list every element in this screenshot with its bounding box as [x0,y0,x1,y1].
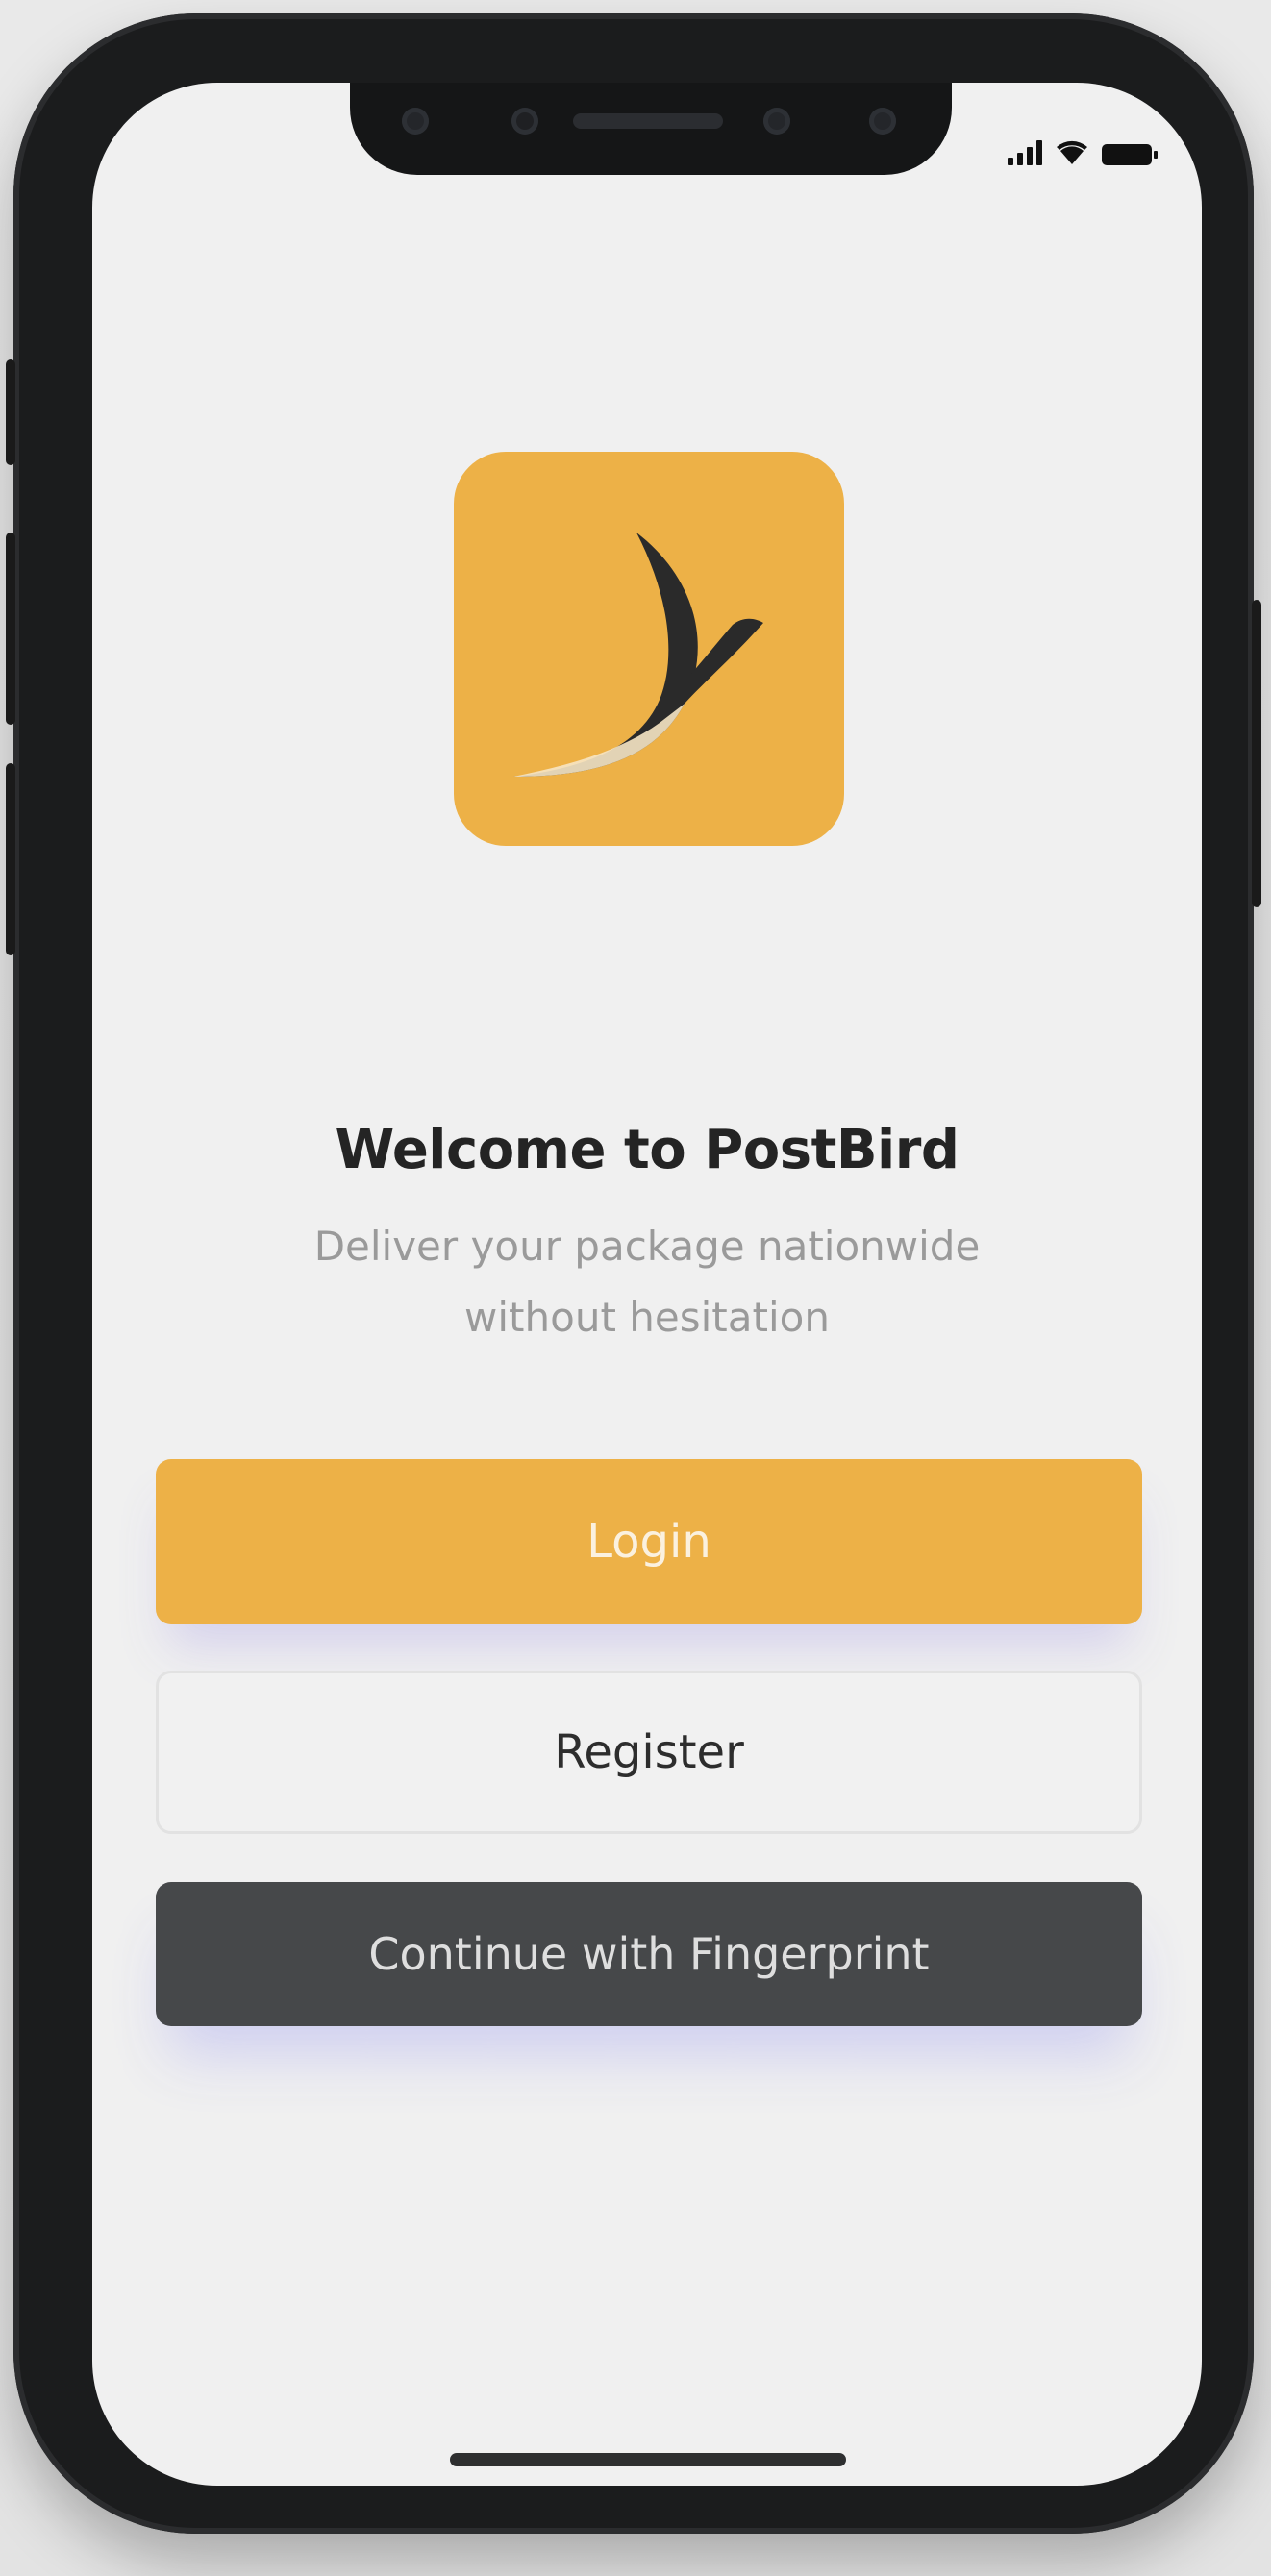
fingerprint-button-label: Continue with Fingerprint [368,1928,930,1980]
battery-icon [1102,144,1158,165]
power-button [1252,600,1261,907]
earpiece-speaker [573,113,723,129]
home-indicator[interactable] [450,2453,846,2466]
cellular-signal-icon [1008,140,1042,165]
welcome-subtitle: Deliver your package nationwide without … [285,1211,1009,1353]
subtitle-line: Deliver your package nationwide [313,1223,981,1270]
silent-switch [6,359,15,465]
sensor-dot [402,108,429,135]
sensor-dot [869,108,896,135]
wifi-icon [1057,140,1087,164]
front-camera [511,108,538,135]
app-screen: Welcome to PostBird Deliver your package… [92,83,1202,2486]
sensor-dot [763,108,790,135]
subtitle-line: without hesitation [464,1294,830,1341]
phone-frame: Welcome to PostBird Deliver your package… [6,13,1261,2534]
status-bar [1008,133,1158,165]
camera-notch [350,83,952,175]
app-logo [454,452,844,846]
volume-down-button [6,763,15,955]
register-button[interactable]: Register [156,1671,1142,1834]
swallow-bird-icon [513,533,763,777]
device-stage: Welcome to PostBird Deliver your package… [0,0,1271,2576]
login-button-label: Login [586,1515,711,1569]
volume-up-button [6,533,15,725]
fingerprint-login-button[interactable]: Continue with Fingerprint [156,1882,1142,2026]
login-button[interactable]: Login [156,1459,1142,1624]
register-button-label: Register [554,1725,744,1779]
welcome-title: Welcome to PostBird [335,1119,959,1181]
